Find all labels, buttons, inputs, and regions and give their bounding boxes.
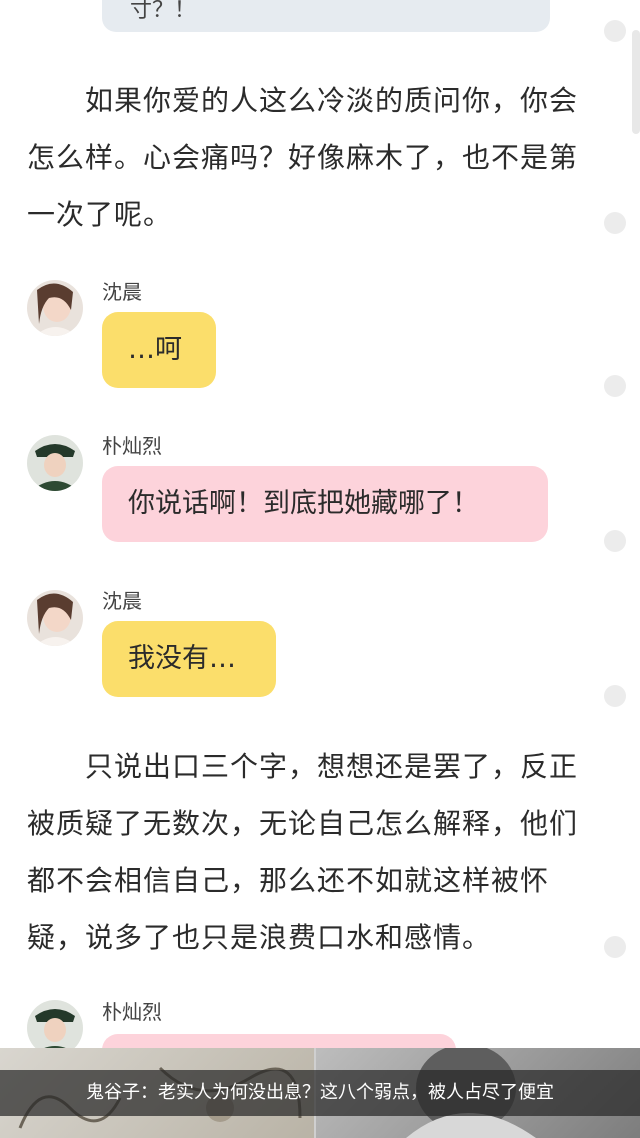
sender-name: 沈晨 — [102, 589, 142, 613]
avatar-shen-chen[interactable] — [27, 590, 83, 646]
side-dot — [604, 20, 626, 42]
avatar-shen-chen[interactable] — [27, 280, 83, 336]
side-dot — [604, 936, 626, 958]
ad-caption[interactable]: 鬼谷子：老实人为何没出息？这八个弱点，被人占尽了便宜 — [0, 1070, 640, 1116]
ad-banner[interactable]: 鬼谷子：老实人为何没出息？这八个弱点，被人占尽了便宜 — [0, 1048, 640, 1138]
side-dot — [604, 212, 626, 234]
chat-bubble: …呵 — [102, 312, 216, 388]
side-dot — [604, 530, 626, 552]
side-dot — [604, 685, 626, 707]
sender-name: 朴灿烈 — [102, 1000, 162, 1024]
sender-name: 朴灿烈 — [102, 434, 162, 458]
scrollbar[interactable] — [632, 30, 640, 134]
chat-bubble: 你说话啊！到底把她藏哪了！ — [102, 466, 548, 542]
avatar-park-chanyeol[interactable] — [27, 435, 83, 491]
side-dot — [604, 375, 626, 397]
sender-name: 沈晨 — [102, 280, 142, 304]
chat-bubble-partial: 寸？！ — [102, 0, 550, 32]
story-paragraph: 只说出口三个字，想想还是罢了，反正被质疑了无数次，无论自己怎么解释，他们都不会相… — [27, 750, 579, 954]
chat-bubble-text: 寸？！ — [130, 0, 197, 23]
story-paragraph: 如果你爱的人这么冷淡的质问你，你会怎么样。心会痛吗？好像麻木了，也不是第一次了呢… — [27, 84, 579, 231]
chat-bubble: 我没有… — [102, 621, 276, 697]
